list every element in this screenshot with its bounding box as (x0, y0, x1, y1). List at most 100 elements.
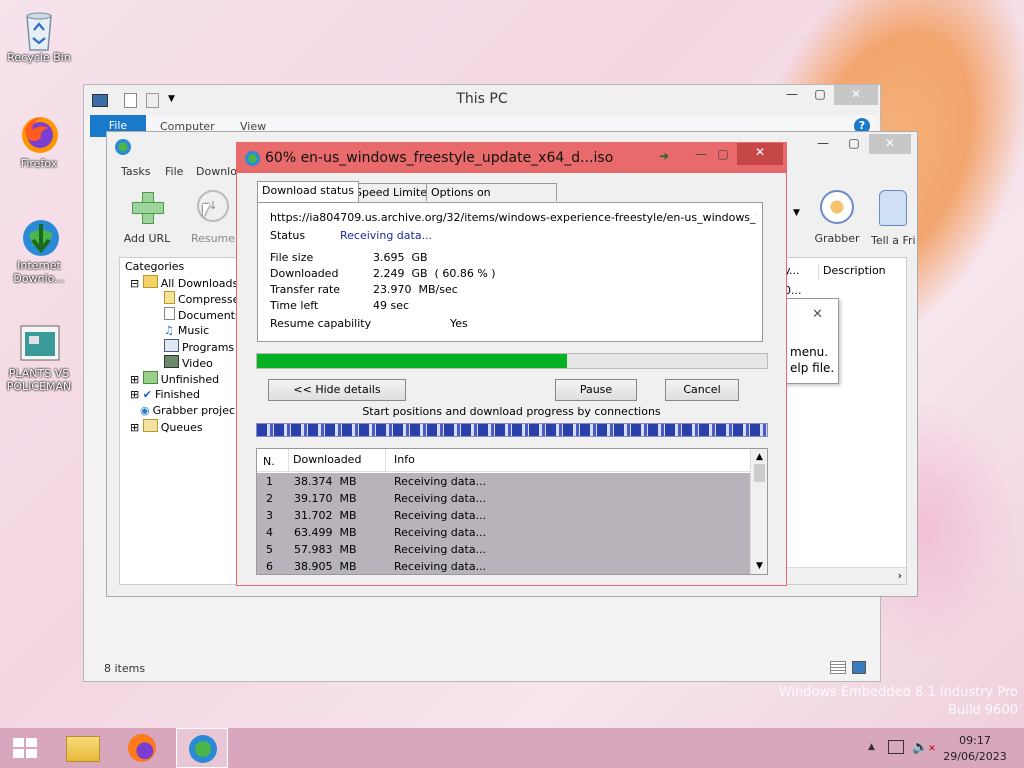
category-compressed[interactable]: Compresse (164, 291, 239, 307)
status-value: Receiving data... (340, 229, 433, 242)
tell-friend-button[interactable]: Tell a Fri (871, 190, 915, 247)
minimize-button[interactable]: — (809, 134, 837, 154)
download-url: https://ia804709.us.archive.org/32/items… (270, 211, 756, 224)
desktop-icon-recycle-bin[interactable]: Recycle Bin (1, 8, 77, 64)
minimize-button[interactable]: — (778, 85, 806, 105)
download-arrow-icon: ↓ (197, 190, 229, 222)
taskbar-firefox[interactable] (116, 728, 168, 768)
table-row[interactable]: 5 57.983 MB Receiving data... (257, 541, 750, 558)
minimize-to-tray-icon[interactable]: ➜ (659, 149, 679, 167)
clock-date[interactable]: 29/06/2023 (940, 750, 1010, 763)
connections-progress-strip (256, 423, 768, 437)
scroll-down-icon[interactable]: ▼ (751, 561, 767, 571)
dialog-title: 60% en-us_windows_freestyle_update_x64_d… (265, 150, 614, 166)
firefox-icon (128, 734, 156, 762)
pause-button[interactable]: Pause (555, 379, 637, 401)
add-url-button[interactable]: Add URL (121, 190, 173, 245)
cell-number: 4 (266, 526, 273, 539)
grabber-icon (820, 190, 854, 224)
download-progress-dialog: 60% en-us_windows_freestyle_update_x64_d… (236, 142, 787, 586)
desktop-icon-firefox[interactable]: Firefox (1, 114, 77, 170)
idm-icon (189, 735, 217, 763)
document-icon (164, 307, 175, 320)
category-queues[interactable]: ⊞ Queues (130, 419, 203, 435)
desktop-icon-plants-vs-policeman[interactable]: PLANTS VS POLICEMAN (1, 324, 77, 393)
category-programs[interactable]: Programs (164, 339, 234, 355)
large-icons-view-icon[interactable] (852, 661, 866, 674)
details-view-icon[interactable] (830, 661, 846, 674)
windows-logo-icon (13, 738, 37, 758)
category-grabber-projects[interactable]: ◉ Grabber projec (130, 403, 240, 419)
menu-downloads[interactable]: Downlo (196, 165, 237, 178)
download-progress-bar (256, 353, 768, 369)
close-icon[interactable]: ✕ (812, 307, 823, 322)
column-header-number[interactable]: N. (263, 455, 275, 468)
maximize-button[interactable]: ▢ (709, 145, 737, 165)
cell-info: Receiving data... (394, 560, 487, 573)
progress-bar-fill (257, 354, 568, 368)
clock-time[interactable]: 09:17 (940, 734, 1010, 747)
firefox-icon (19, 114, 59, 154)
status-panel: https://ia804709.us.archive.org/32/items… (257, 202, 763, 342)
cancel-button[interactable]: Cancel (665, 379, 739, 401)
dialog-tabs: Download status Speed Limiter Options on… (257, 181, 557, 217)
watermark-edition: Windows Embedded 8.1 Industry Pro (778, 685, 1018, 700)
tab-speed-limiter[interactable]: Speed Limiter (350, 183, 437, 201)
desktop-icon-internet-download-manager[interactable]: Internet Downlo... (1, 216, 77, 285)
tooltip-popup: ✕ menu. elp file. (783, 298, 839, 384)
category-music[interactable]: ♫ Music (164, 323, 209, 339)
cell-number: 2 (266, 492, 273, 505)
menu-tasks[interactable]: Tasks (121, 165, 150, 178)
close-button[interactable]: ✕ (869, 134, 911, 154)
watermark-build: Build 9600 (948, 703, 1018, 718)
status-label: Status (270, 229, 306, 242)
explorer-titlebar: ▼ This PC — ▢ ✕ (84, 85, 880, 115)
checkmark-icon: ✔ (142, 388, 152, 401)
network-icon[interactable] (888, 740, 904, 754)
column-header-description[interactable]: Description (818, 264, 886, 280)
category-documents[interactable]: Documents (164, 307, 241, 323)
vertical-scrollbar[interactable]: ▲ ▼ (750, 449, 767, 574)
category-video[interactable]: Video (164, 355, 213, 371)
folder-icon (66, 736, 100, 762)
horizontal-scrollbar[interactable]: › (782, 567, 906, 584)
item-count: 8 items (104, 662, 146, 675)
maximize-button[interactable]: ▢ (840, 134, 868, 154)
maximize-button[interactable]: ▢ (806, 85, 834, 105)
grabber-button[interactable]: Grabber (811, 190, 863, 245)
hide-details-button[interactable]: << Hide details (268, 379, 406, 401)
start-button[interactable] (0, 728, 50, 768)
desktop-icon-label: Internet Downlo... (13, 259, 65, 285)
column-header-info[interactable]: Info (385, 449, 415, 471)
table-row[interactable]: 2 39.170 MB Receiving data... (257, 490, 750, 507)
scroll-right-icon[interactable]: › (898, 569, 902, 582)
taskbar-idm[interactable] (176, 728, 228, 768)
idm-icon (19, 216, 59, 256)
toolbar-dropdown-icon[interactable]: ▼ (793, 208, 800, 218)
column-header-downloaded[interactable]: Downloaded (288, 449, 383, 471)
category-all-downloads[interactable]: ⊟ All Downloads (130, 275, 238, 291)
volume-muted-icon[interactable]: 🔈✕ (912, 740, 936, 755)
table-row[interactable]: 3 31.702 MB Receiving data... (257, 507, 750, 524)
close-button[interactable]: ✕ (834, 85, 878, 105)
category-unfinished[interactable]: ⊞ Unfinished (130, 371, 219, 387)
scrollbar-thumb[interactable] (754, 464, 765, 482)
plus-icon (130, 190, 164, 224)
taskbar-file-explorer[interactable] (56, 728, 108, 768)
resume-button[interactable]: ↓ Resume (187, 190, 239, 245)
scroll-up-icon[interactable]: ▲ (751, 452, 767, 462)
table-row[interactable]: 6 38.905 MB Receiving data... (257, 558, 750, 574)
category-finished[interactable]: ⊞ ✔ Finished (130, 387, 200, 403)
close-button[interactable]: ✕ (737, 143, 783, 165)
tab-options-on-completion[interactable]: Options on completion (426, 183, 557, 217)
table-row[interactable]: 4 63.499 MB Receiving data... (257, 524, 750, 541)
categories-pane: Categories ⊟ All Downloads Compresse Doc… (119, 257, 241, 585)
show-hidden-icons-icon[interactable]: ▲ (868, 742, 875, 752)
menu-file[interactable]: File (165, 165, 183, 178)
file-size-label: File size (270, 251, 314, 264)
connections-table[interactable]: N. Downloaded Info 1 38.374 MB Receiving d… (256, 448, 768, 575)
table-row[interactable]: 1 38.374 MB Receiving data... (257, 473, 750, 490)
idm-app-icon (245, 151, 260, 166)
tab-download-status[interactable]: Download status (257, 181, 359, 202)
downloaded-value: 2.249 GB ( 60.86 % ) (373, 267, 496, 280)
